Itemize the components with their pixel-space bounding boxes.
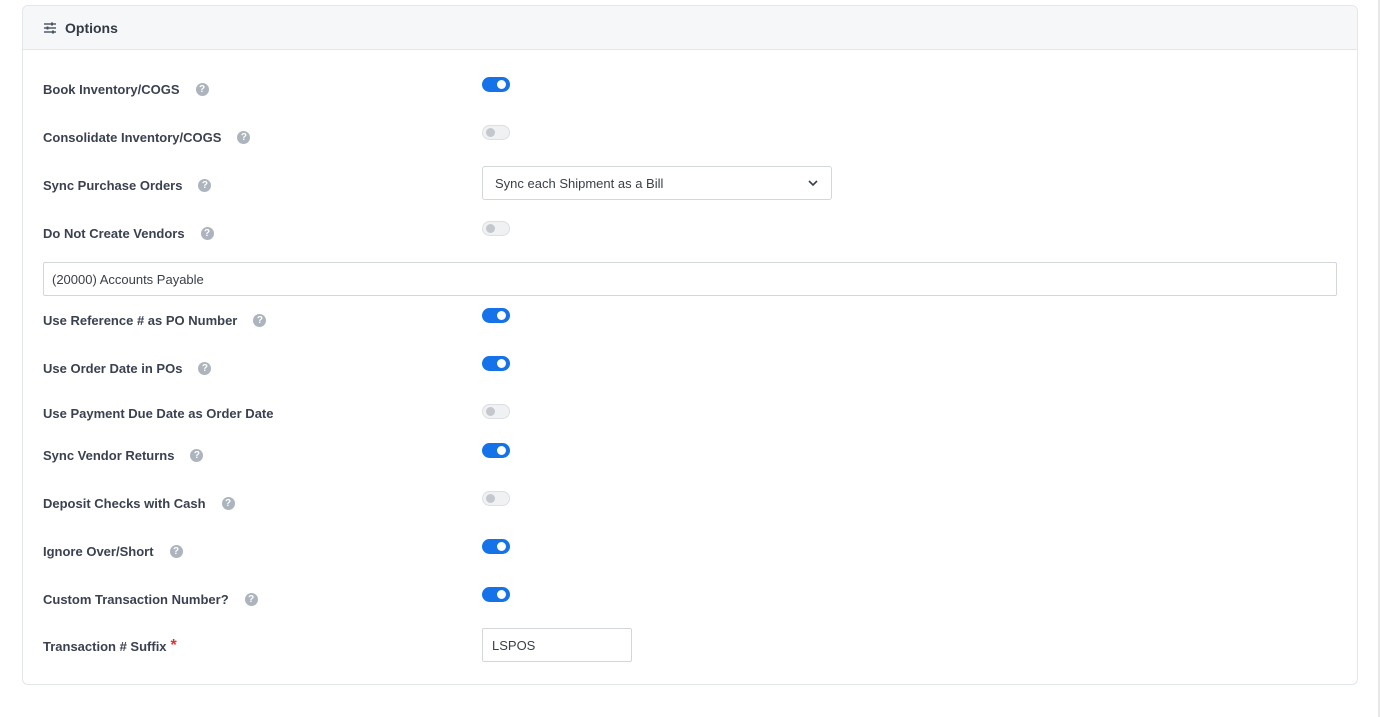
toggle-knob xyxy=(486,407,495,416)
card-title: Options xyxy=(65,19,118,36)
help-icon[interactable]: ? xyxy=(190,449,204,462)
label-do-not-create-vendors: Do Not Create Vendors xyxy=(43,226,185,241)
toggle-use-reference-po[interactable] xyxy=(482,308,510,323)
transaction-suffix-field[interactable] xyxy=(482,628,632,662)
label-payment-due-date: Use Payment Due Date as Order Date xyxy=(43,406,274,421)
row-custom-transaction-number: Custom Transaction Number? ? xyxy=(43,592,258,607)
toggle-knob xyxy=(497,311,506,320)
help-icon[interactable]: ? xyxy=(169,545,183,558)
label-sync-vendor-returns: Sync Vendor Returns xyxy=(43,448,175,463)
toggle-knob xyxy=(497,446,506,455)
row-ignore-over-short: Ignore Over/Short ? xyxy=(43,544,183,559)
label-transaction-suffix: Transaction # Suffix xyxy=(43,638,167,654)
select-value: Sync each Shipment as a Bill xyxy=(495,175,664,191)
toggle-book-inventory[interactable] xyxy=(482,77,510,92)
label-consolidate-inventory: Consolidate Inventory/COGS xyxy=(43,130,222,145)
label-use-reference-po: Use Reference # as PO Number xyxy=(43,313,238,328)
accounts-payable-field[interactable] xyxy=(43,262,1337,296)
help-icon[interactable]: ? xyxy=(198,179,212,192)
toggle-sync-vendor-returns[interactable] xyxy=(482,443,510,458)
label-sync-purchase-orders: Sync Purchase Orders xyxy=(43,178,183,193)
toggle-use-order-date[interactable] xyxy=(482,356,510,371)
sync-purchase-orders-select[interactable]: Sync each Shipment as a Bill xyxy=(482,166,832,200)
toggle-knob xyxy=(486,128,495,137)
toggle-payment-due-date[interactable] xyxy=(482,404,510,419)
toggle-knob xyxy=(497,590,506,599)
label-book-inventory: Book Inventory/COGS xyxy=(43,82,180,97)
toggle-knob xyxy=(486,494,495,503)
label-custom-transaction-number: Custom Transaction Number? xyxy=(43,592,229,607)
chevron-down-icon xyxy=(807,177,819,189)
toggle-knob xyxy=(497,80,506,89)
toggle-knob xyxy=(497,542,506,551)
options-card: Options Book Inventory/COGS ? Consolidat… xyxy=(22,5,1358,685)
card-header: Options xyxy=(23,6,1357,50)
help-icon[interactable]: ? xyxy=(195,83,209,96)
sliders-icon xyxy=(43,21,57,35)
row-book-inventory: Book Inventory/COGS ? xyxy=(43,82,209,97)
help-icon[interactable]: ? xyxy=(253,314,267,327)
toggle-consolidate-inventory[interactable] xyxy=(482,125,510,140)
label-deposit-checks: Deposit Checks with Cash xyxy=(43,496,206,511)
row-sync-vendor-returns: Sync Vendor Returns ? xyxy=(43,448,204,463)
help-icon[interactable]: ? xyxy=(198,362,212,375)
toggle-deposit-checks[interactable] xyxy=(482,491,510,506)
row-use-reference-po: Use Reference # as PO Number ? xyxy=(43,313,267,328)
toggle-knob xyxy=(497,359,506,368)
help-icon[interactable]: ? xyxy=(200,227,214,240)
help-icon[interactable]: ? xyxy=(244,593,258,606)
toggle-knob xyxy=(486,224,495,233)
row-transaction-suffix: Transaction # Suffix * xyxy=(43,637,177,655)
toggle-ignore-over-short[interactable] xyxy=(482,539,510,554)
row-use-order-date: Use Order Date in POs ? xyxy=(43,361,212,376)
required-marker: * xyxy=(170,637,177,654)
toggle-custom-transaction-number[interactable] xyxy=(482,587,510,602)
label-use-order-date: Use Order Date in POs xyxy=(43,361,183,376)
help-icon[interactable]: ? xyxy=(221,497,235,510)
row-do-not-create-vendors: Do Not Create Vendors ? xyxy=(43,226,214,241)
row-consolidate-inventory: Consolidate Inventory/COGS ? xyxy=(43,130,251,145)
row-payment-due-date: Use Payment Due Date as Order Date xyxy=(43,406,273,421)
row-deposit-checks: Deposit Checks with Cash ? xyxy=(43,496,235,511)
help-icon[interactable]: ? xyxy=(237,131,251,144)
label-ignore-over-short: Ignore Over/Short xyxy=(43,544,154,559)
toggle-do-not-create-vendors[interactable] xyxy=(482,221,510,236)
row-sync-purchase-orders: Sync Purchase Orders ? xyxy=(43,178,212,193)
